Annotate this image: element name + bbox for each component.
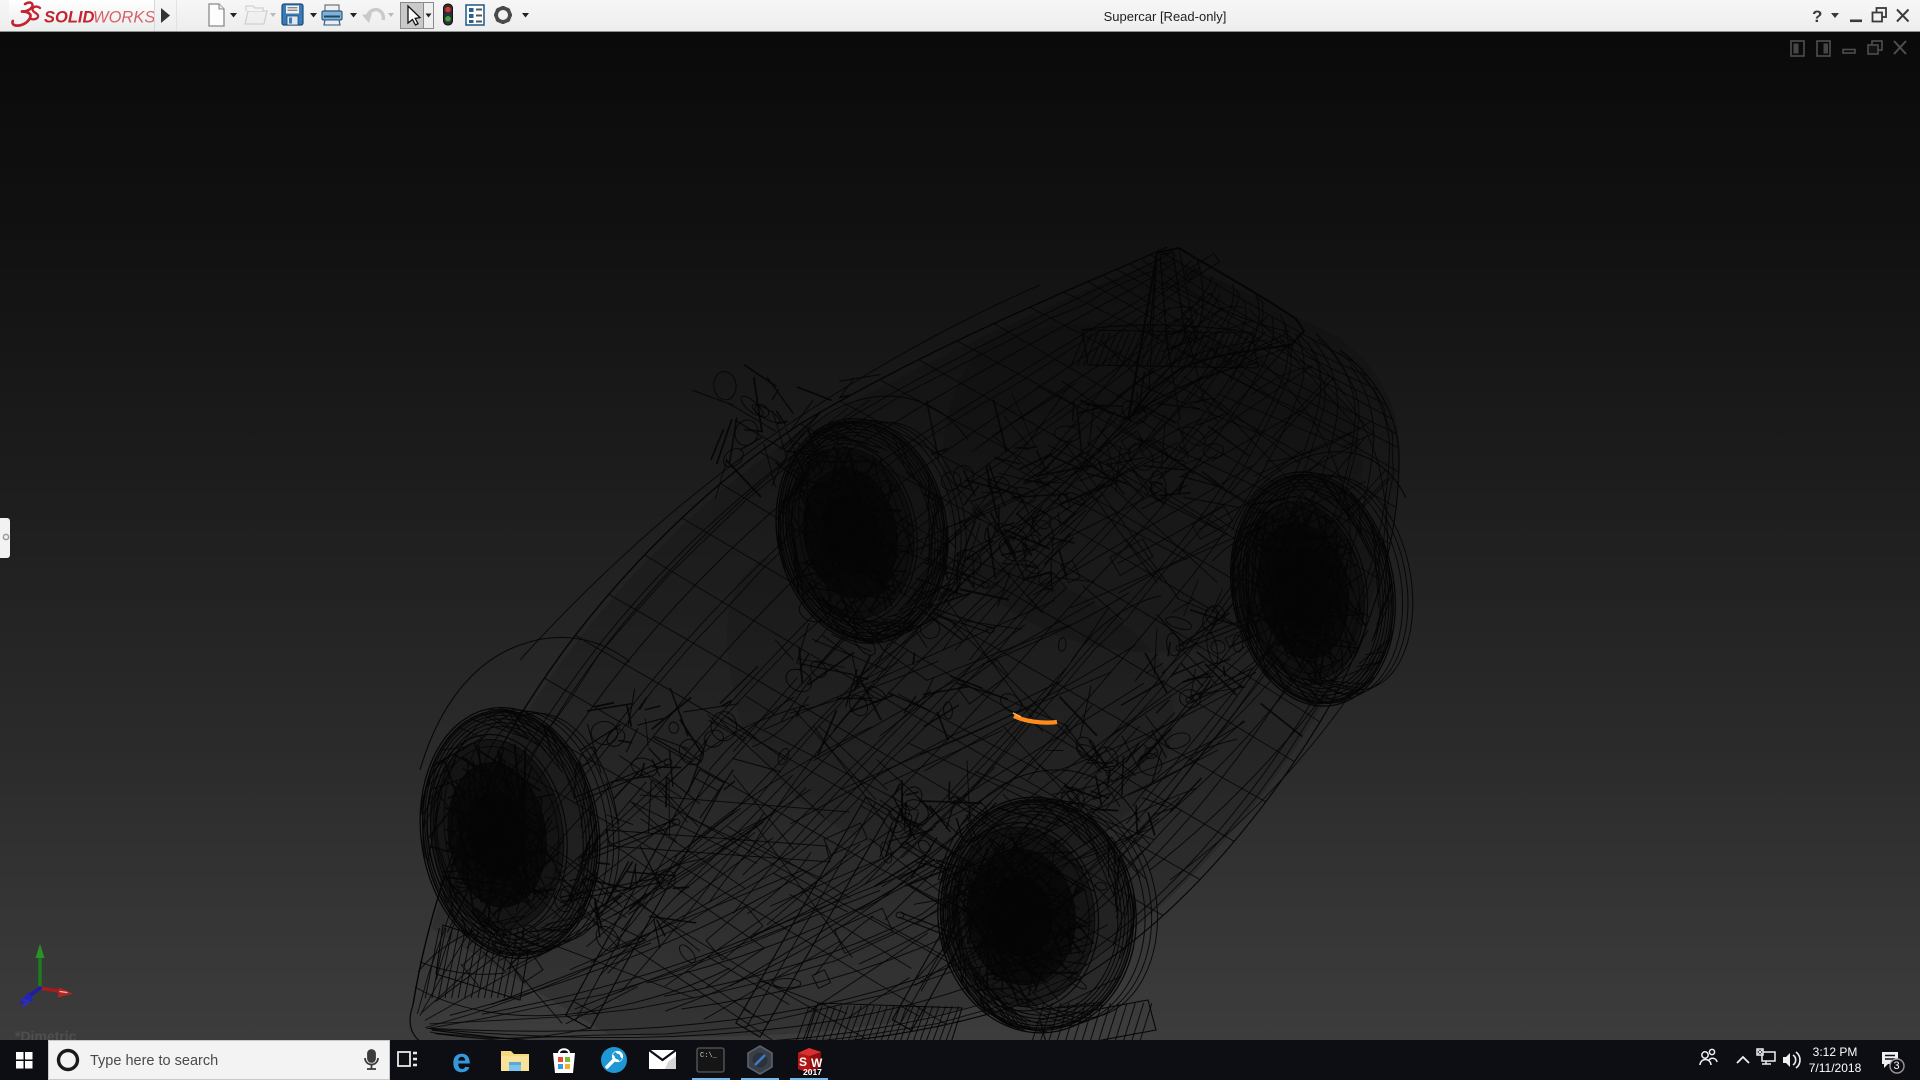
svg-text:WORKS: WORKS	[93, 9, 154, 27]
svg-text:2017: 2017	[803, 1067, 822, 1077]
svg-text:SOLID: SOLID	[44, 9, 95, 27]
svg-text:?: ?	[1812, 7, 1822, 26]
svg-text:e: e	[452, 1042, 471, 1080]
svg-text:Type here to search: Type here to search	[90, 1053, 218, 1069]
svg-text:C:\_: C:\_	[700, 1052, 718, 1060]
